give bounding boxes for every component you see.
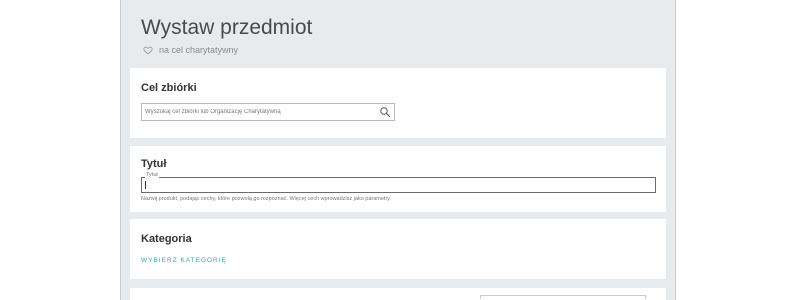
charity-search-field[interactable] bbox=[141, 103, 395, 121]
charity-card: Cel zbiórki bbox=[130, 68, 666, 138]
heart-outline-icon bbox=[143, 46, 153, 55]
category-heading: Kategoria bbox=[141, 233, 192, 245]
page-title: Wystaw przedmiot bbox=[141, 16, 313, 39]
title-field-label: Tytuł bbox=[145, 172, 159, 179]
charity-heading: Cel zbiórki bbox=[141, 82, 197, 94]
title-helper-text: Nazwij produkt, podając cechy, które poz… bbox=[141, 196, 392, 202]
form-panel: Wystaw przedmiot na cel charytatywny Cel… bbox=[120, 0, 676, 300]
category-card: Kategoria WYBIERZ KATEGORIĘ bbox=[130, 219, 666, 279]
title-heading: Tytuł bbox=[141, 158, 167, 170]
title-card: Tytuł Tytuł Nazwij produkt, podając cech… bbox=[130, 146, 666, 212]
charity-search-input[interactable] bbox=[145, 106, 373, 118]
choose-category-link[interactable]: WYBIERZ KATEGORIĘ bbox=[141, 257, 227, 264]
subtitle: na cel charytatywny bbox=[143, 45, 238, 55]
search-icon[interactable] bbox=[379, 106, 391, 118]
text-caret bbox=[145, 181, 146, 189]
next-card-field[interactable] bbox=[480, 295, 646, 299]
next-card bbox=[130, 288, 666, 300]
subtitle-text: na cel charytatywny bbox=[159, 45, 239, 55]
title-input[interactable]: Tytuł bbox=[141, 172, 656, 193]
